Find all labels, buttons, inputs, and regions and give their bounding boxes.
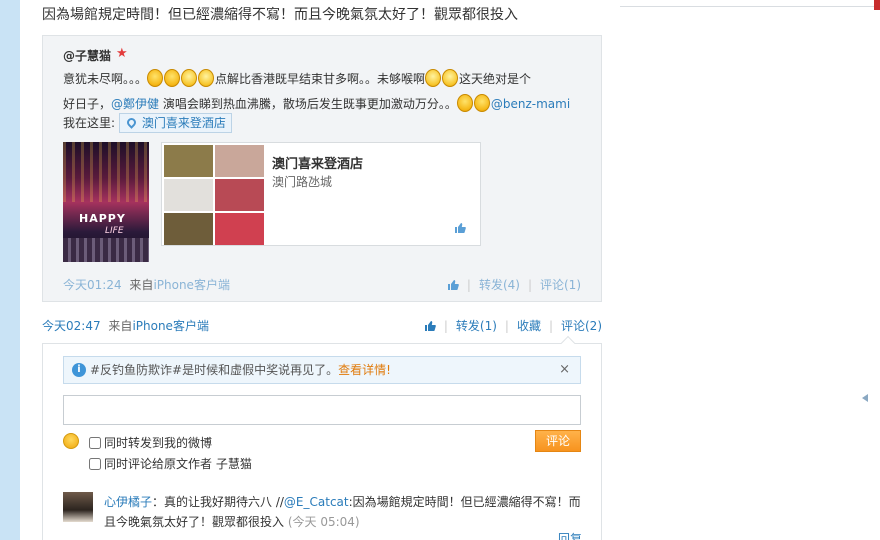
grin-emoji-icon — [473, 94, 490, 112]
quoted-post-meta: 今天01:24 来自iPhone客户端 — [63, 276, 230, 293]
shock-emoji-icon — [147, 69, 164, 87]
place-address: 澳门路氹城 — [272, 175, 333, 189]
post-meta: 今天02:47 来自iPhone客户端 — [42, 317, 209, 334]
commenter-name[interactable]: 心伊橘子 — [104, 495, 152, 509]
place-photo — [164, 145, 213, 177]
concert-photo[interactable]: HAPPY LIFE — [63, 142, 149, 262]
quoted-forward-link[interactable]: 转发(4) — [479, 278, 520, 292]
source-prefix: 来自 — [129, 278, 154, 292]
mention-link[interactable]: @鄭伊健 — [111, 97, 159, 111]
quoted-like-button[interactable] — [447, 278, 459, 292]
stage-lights — [63, 142, 149, 202]
cry-emoji-icon — [425, 69, 442, 87]
info-icon: i — [72, 363, 86, 377]
right-divider — [620, 6, 880, 7]
favorite-link[interactable]: 收藏 — [517, 319, 541, 333]
smiley-icon[interactable] — [63, 433, 79, 449]
left-page-gutter — [0, 0, 20, 540]
forward-link[interactable]: 转发(1) — [456, 319, 497, 333]
close-icon[interactable]: × — [559, 357, 570, 383]
comment-panel: i #反钓鱼防欺诈#是时候和虚假中奖说再见了。查看详情! × 同时转发到我的微博… — [42, 343, 602, 540]
avatar[interactable] — [63, 492, 93, 522]
location-pin-icon — [125, 116, 138, 129]
collapse-arrow-icon[interactable] — [862, 394, 868, 402]
vip-star-icon: ★ — [116, 46, 128, 61]
reply-link[interactable]: 回复 — [558, 530, 582, 540]
place-name[interactable]: 澳门喜来登酒店 — [272, 153, 363, 172]
photo-text-life: LIFE — [105, 226, 124, 236]
submit-comment-button[interactable]: 评论 — [535, 430, 581, 452]
cry-emoji-icon — [198, 69, 215, 87]
place-photo-grid[interactable] — [164, 145, 264, 245]
grin-emoji-icon — [456, 94, 473, 112]
post-actions: | 转发(1) | 收藏 | 评论(2) — [424, 317, 602, 334]
quoted-location-line: 我在这里: 澳门喜来登酒店 — [63, 113, 232, 133]
cry-emoji-icon — [181, 69, 198, 87]
place-photo — [215, 213, 264, 245]
post-source[interactable]: iPhone客户端 — [132, 319, 209, 333]
comment-item: 心伊橘子：真的让我好期待六八 //@E_Catcat:因為場館規定時間！但已經濃… — [104, 495, 581, 529]
forward-checkbox[interactable] — [89, 437, 101, 449]
quoted-post-time[interactable]: 今天01:24 — [63, 278, 122, 292]
thumb-up-icon — [447, 280, 459, 290]
notice-text: #反钓鱼防欺诈#是时候和虚假中奖说再见了。 — [90, 363, 339, 377]
like-button[interactable] — [424, 319, 436, 333]
quoted-post-source[interactable]: iPhone客户端 — [153, 278, 230, 292]
mention-link[interactable]: @E_Catcat — [284, 495, 349, 509]
notice-detail-link[interactable]: 查看详情! — [338, 363, 391, 377]
quoted-author[interactable]: @子慧猫 — [63, 47, 111, 64]
thumb-up-icon[interactable] — [454, 221, 466, 235]
photo-crowd — [63, 238, 149, 262]
comment-original-checkbox-row[interactable]: 同时评论给原文作者 子慧猫 — [89, 455, 252, 472]
quoted-text-line-1: 意犹未尽啊。。。 点解比香港既早结束甘多啊。。未够喉啊 这天绝对是个 — [63, 69, 531, 88]
cry-emoji-icon — [442, 69, 459, 87]
quoted-text-line-2: 好日子，@鄭伊健 演唱会睇到热血沸騰，散场后发生既事更加激动万分。。 @benz-… — [63, 94, 570, 113]
photo-text-happy: HAPPY — [79, 212, 126, 225]
post-time[interactable]: 今天02:47 — [42, 319, 101, 333]
comment-original-checkbox[interactable] — [89, 458, 101, 470]
place-photo — [215, 179, 264, 211]
post-text: 因為場館規定時間！但已經濃縮得不寫！而且今晚氣氛太好了！觀眾都很投入 — [42, 7, 518, 23]
comment-link[interactable]: 评论(2) — [561, 319, 602, 333]
quoted-comment-link[interactable]: 评论(1) — [540, 278, 581, 292]
comment-input[interactable] — [63, 395, 581, 425]
mention-link[interactable]: @benz-mami — [491, 97, 570, 111]
quoted-post-actions: | 转发(4) | 评论(1) — [447, 276, 581, 293]
quoted-post: @子慧猫 ★ 意犹未尽啊。。。 点解比香港既早结束甘多啊。。未够喉啊 这天绝对是个 … — [42, 35, 602, 302]
comment-time: (今天 05:04) — [287, 515, 360, 529]
place-photo — [164, 213, 213, 245]
right-corner-accent — [874, 0, 880, 10]
place-photo — [164, 179, 213, 211]
place-card[interactable]: 澳门喜来登酒店 澳门路氹城 — [161, 142, 481, 246]
source-prefix: 来自 — [108, 319, 133, 333]
anti-fraud-notice: i #反钓鱼防欺诈#是时候和虚假中奖说再见了。查看详情! × — [63, 356, 581, 384]
thumb-up-icon — [424, 321, 436, 331]
shock-emoji-icon — [164, 69, 181, 87]
forward-checkbox-row[interactable]: 同时转发到我的微博 — [89, 434, 212, 451]
right-sidebar-area — [620, 0, 880, 540]
place-photo — [215, 145, 264, 177]
location-chip[interactable]: 澳门喜来登酒店 — [118, 113, 232, 133]
